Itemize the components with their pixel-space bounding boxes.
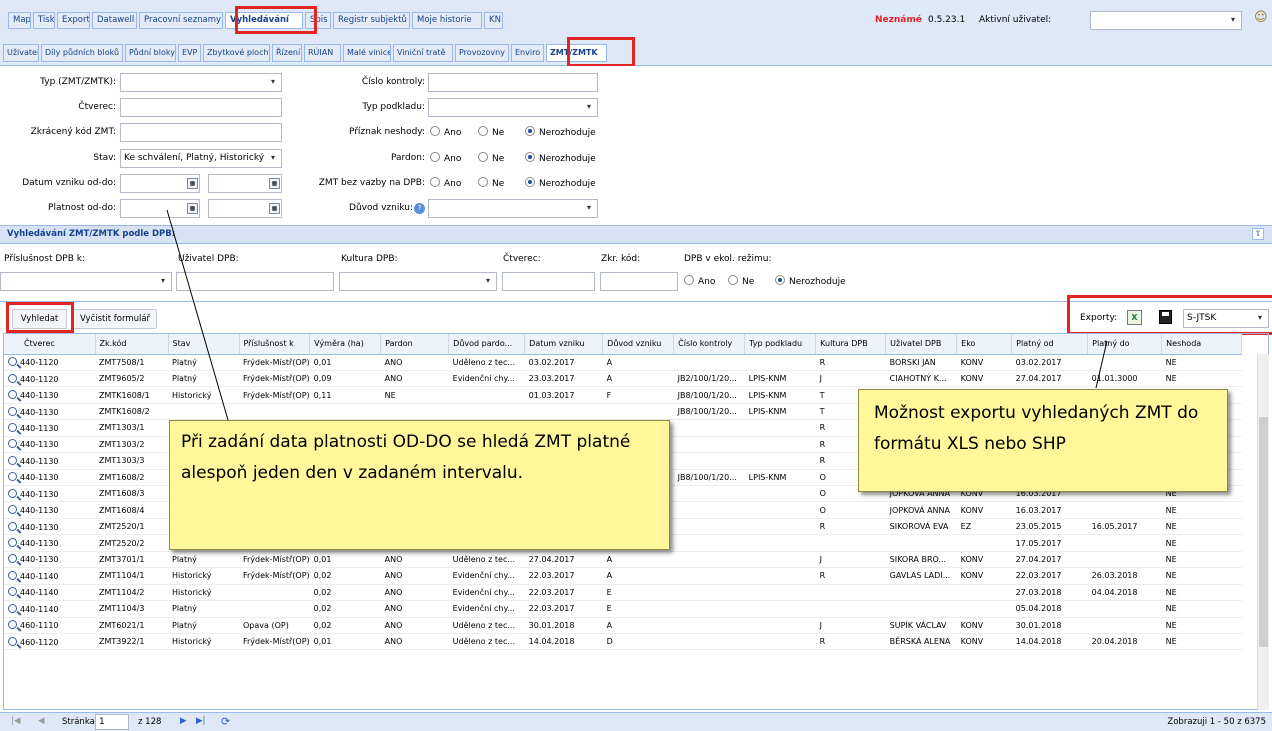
callout-left: Při zadání data platnosti OD-DO se hledá… — [169, 420, 670, 550]
callout-left-line — [166, 209, 229, 421]
callout-right-line — [1095, 340, 1108, 389]
callout-right: Možnost exportu vyhledaných ZMT do formá… — [858, 389, 1228, 492]
callout-lines — [166, 209, 1108, 421]
